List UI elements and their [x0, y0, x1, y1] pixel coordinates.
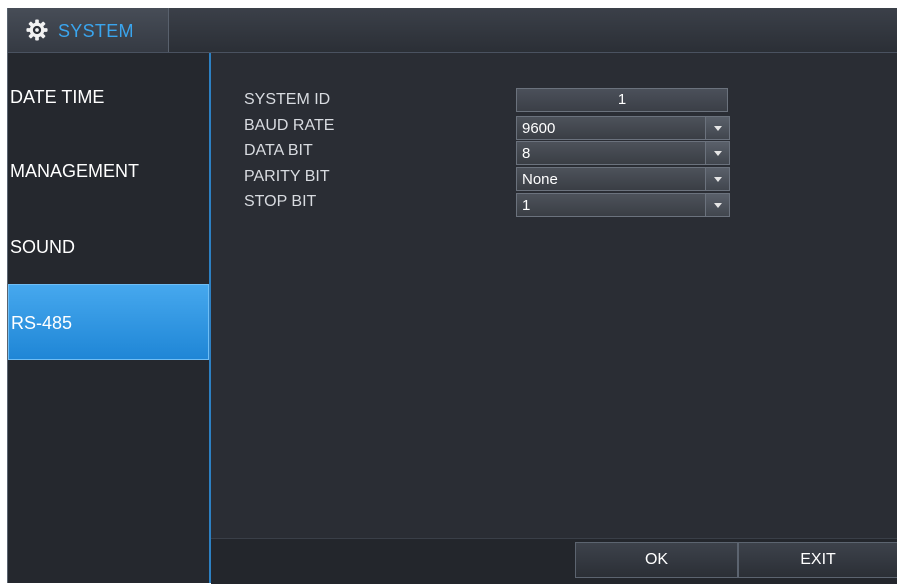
sidebar-item-label: RS-485: [11, 313, 73, 333]
chevron-down-icon[interactable]: [705, 168, 729, 190]
system-settings-window: SYSTEM DATE TIME MANAGEMENT SOUND RS-485…: [7, 8, 897, 584]
chevron-down-icon[interactable]: [705, 117, 729, 139]
chevron-down-icon[interactable]: [705, 142, 729, 164]
stop-bit-select[interactable]: 1: [516, 193, 730, 217]
sidebar-item-rs-485[interactable]: RS-485: [8, 284, 209, 360]
data-bit-select[interactable]: 8: [516, 141, 730, 165]
stop-bit-label: STOP BIT: [244, 193, 317, 210]
baud-rate-value: 9600: [522, 120, 556, 137]
gear-icon: [26, 19, 48, 41]
sidebar-item-label: SOUND: [10, 237, 76, 257]
stop-bit-value: 1: [522, 197, 531, 214]
system-id-label: SYSTEM ID: [244, 91, 331, 108]
chevron-down-icon[interactable]: [705, 194, 729, 216]
sidebar: DATE TIME MANAGEMENT SOUND RS-485: [8, 53, 211, 583]
data-bit-label: DATA BIT: [244, 142, 313, 159]
footer-bar: OK EXIT: [211, 538, 897, 584]
title-bar: SYSTEM: [8, 8, 897, 53]
exit-button[interactable]: EXIT: [738, 542, 897, 578]
window-title: SYSTEM: [58, 21, 134, 41]
sidebar-item-label: DATE TIME: [10, 87, 105, 107]
sidebar-item-date-time[interactable]: DATE TIME: [8, 83, 209, 119]
sidebar-item-label: MANAGEMENT: [10, 161, 140, 181]
sidebar-item-sound[interactable]: SOUND: [8, 233, 209, 269]
parity-bit-label: PARITY BIT: [244, 168, 330, 185]
sidebar-item-management[interactable]: MANAGEMENT: [8, 157, 209, 193]
baud-rate-select[interactable]: 9600: [516, 116, 730, 140]
data-bit-value: 8: [522, 145, 531, 162]
settings-panel: SYSTEM ID 1 BAUD RATE 9600 DATA BIT 8 PA…: [211, 53, 897, 538]
parity-bit-value: None: [522, 171, 558, 188]
parity-bit-select[interactable]: None: [516, 167, 730, 191]
title-tab: SYSTEM: [8, 8, 169, 52]
system-id-field[interactable]: 1: [516, 88, 728, 112]
ok-button[interactable]: OK: [575, 542, 738, 578]
baud-rate-label: BAUD RATE: [244, 117, 335, 134]
